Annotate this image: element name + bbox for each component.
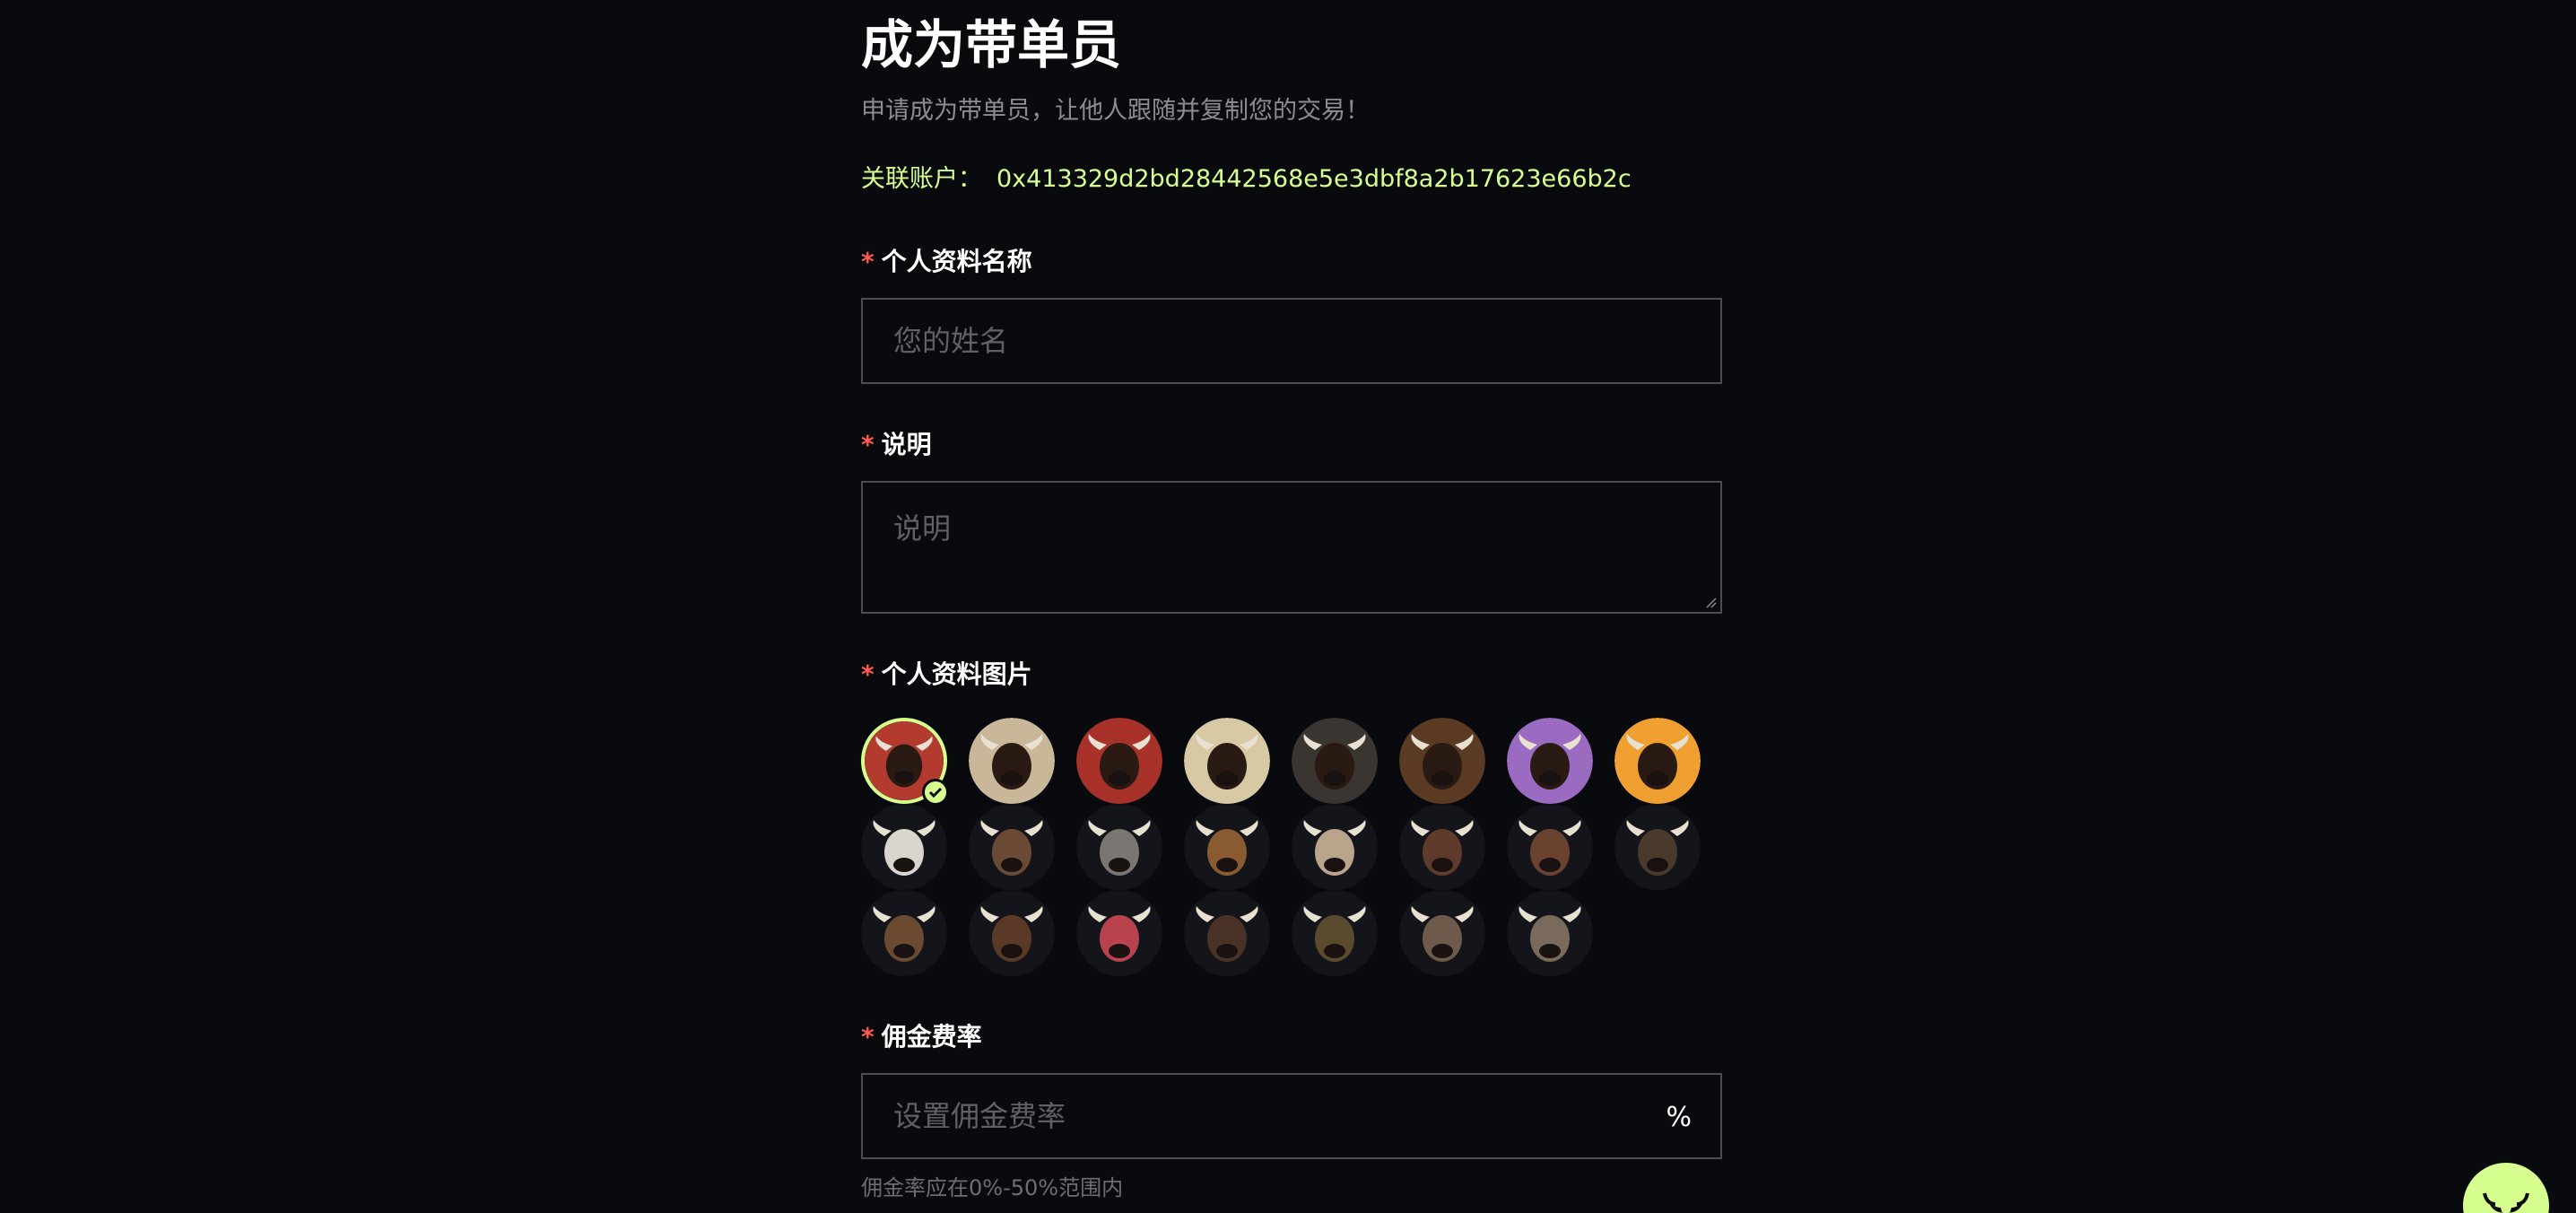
- bull-logo-icon: [2483, 1192, 2529, 1213]
- avatar-option[interactable]: [1076, 890, 1162, 976]
- required-mark: *: [861, 1022, 875, 1052]
- avatar-option[interactable]: [1184, 718, 1270, 804]
- commission-rate-label: * 佣金费率: [861, 1019, 982, 1055]
- description-textarea[interactable]: [863, 483, 1720, 612]
- bull-mosaic-avatar-icon: [1184, 718, 1270, 804]
- avatar-option[interactable]: [861, 718, 949, 806]
- highland-cow-armor-avatar-icon: [1292, 890, 1378, 976]
- profile-name-input[interactable]: [863, 300, 1720, 382]
- bull-purple-avatar-icon: [1507, 718, 1593, 804]
- description-label-text: 说明: [881, 430, 932, 459]
- avatar-option[interactable]: [1292, 890, 1378, 976]
- avatar-option[interactable]: [1399, 804, 1485, 890]
- highland-cow-striped-avatar-icon: [969, 804, 1055, 890]
- highland-cow-robe-avatar-icon: [1399, 804, 1485, 890]
- avatar-option[interactable]: [1399, 890, 1485, 976]
- highland-cow-collar-avatar-icon: [1507, 890, 1593, 976]
- bull-brown-avatar-icon: [1399, 718, 1485, 804]
- linked-account-label: 关联账户：: [861, 165, 982, 193]
- avatar-option[interactable]: [1614, 804, 1701, 890]
- required-mark: *: [861, 659, 875, 689]
- highland-cow-pink-avatar-icon: [1076, 890, 1162, 976]
- bull-orange-avatar-icon: [1614, 718, 1701, 804]
- avatar-option[interactable]: [1184, 804, 1270, 890]
- page-title: 成为带单员: [861, 14, 1122, 75]
- highland-cow-white-avatar-icon: [861, 804, 947, 890]
- bull-red-blue-avatar-icon: [1076, 718, 1162, 804]
- percent-suffix: %: [1666, 1102, 1692, 1133]
- highland-cow-tux-avatar-icon: [1184, 890, 1270, 976]
- page: 成为带单员 申请成为带单员，让他人跟随并复制您的交易！ 关联账户： 0x41332…: [0, 0, 2576, 1213]
- avatar-option[interactable]: [1292, 804, 1378, 890]
- avatar-option[interactable]: [1507, 804, 1593, 890]
- highland-cow-dark-avatar-icon: [969, 890, 1055, 976]
- bull-sketch-avatar-icon: [969, 718, 1055, 804]
- highland-cow-beard-avatar-icon: [1507, 804, 1593, 890]
- avatar-option[interactable]: [1399, 718, 1485, 804]
- bull-logo-button[interactable]: [2463, 1163, 2549, 1213]
- avatar-option[interactable]: [1507, 718, 1593, 804]
- highland-cow-hat-avatar-icon: [1614, 804, 1701, 890]
- highland-cow-grey-avatar-icon: [1399, 890, 1485, 976]
- highland-cow-suit-avatar-icon: [1292, 804, 1378, 890]
- commission-rate-label-text: 佣金费率: [881, 1022, 982, 1052]
- avatar-option[interactable]: [1076, 804, 1162, 890]
- avatar-option[interactable]: [861, 804, 947, 890]
- avatar-option[interactable]: [1614, 718, 1701, 804]
- description-field-box: [861, 481, 1722, 614]
- linked-account-address: 0x413329d2bd28442568e5e3dbf8a2b17623e66b…: [996, 165, 1632, 193]
- profile-name-field-box: [861, 298, 1722, 384]
- commission-rate-hint: 佣金率应在0%-50%范围内: [861, 1175, 1124, 1200]
- commission-rate-input[interactable]: [863, 1075, 1720, 1157]
- avatar-option[interactable]: [1076, 718, 1162, 804]
- profile-picture-label: * 个人资料图片: [861, 657, 1032, 693]
- profile-name-label: * 个人资料名称: [861, 244, 1032, 280]
- highland-cow-gold-avatar-icon: [1184, 804, 1270, 890]
- avatar-option[interactable]: [1184, 890, 1270, 976]
- linked-account: 关联账户： 0x413329d2bd28442568e5e3dbf8a2b1762…: [861, 161, 1632, 197]
- profile-picture-label-text: 个人资料图片: [881, 659, 1032, 689]
- profile-name-label-text: 个人资料名称: [881, 247, 1032, 276]
- highland-cow-beret-avatar-icon: [861, 890, 947, 976]
- avatar-option[interactable]: [969, 890, 1055, 976]
- avatar-option[interactable]: [969, 804, 1055, 890]
- description-label: * 说明: [861, 427, 932, 463]
- required-mark: *: [861, 247, 875, 276]
- highland-cow-plaid-avatar-icon: [1076, 804, 1162, 890]
- resize-grip-icon[interactable]: [1704, 596, 1717, 608]
- selected-check-icon: [922, 779, 949, 806]
- page-subtitle: 申请成为带单员，让他人跟随并复制您的交易！: [861, 97, 1370, 125]
- avatar-option[interactable]: [861, 890, 947, 976]
- avatar-option[interactable]: [1292, 718, 1378, 804]
- avatar-option[interactable]: [969, 718, 1055, 804]
- bull-dark-avatar-icon: [1292, 718, 1378, 804]
- avatar-option[interactable]: [1507, 890, 1593, 976]
- required-mark: *: [861, 430, 875, 459]
- commission-rate-field-box: %: [861, 1073, 1722, 1159]
